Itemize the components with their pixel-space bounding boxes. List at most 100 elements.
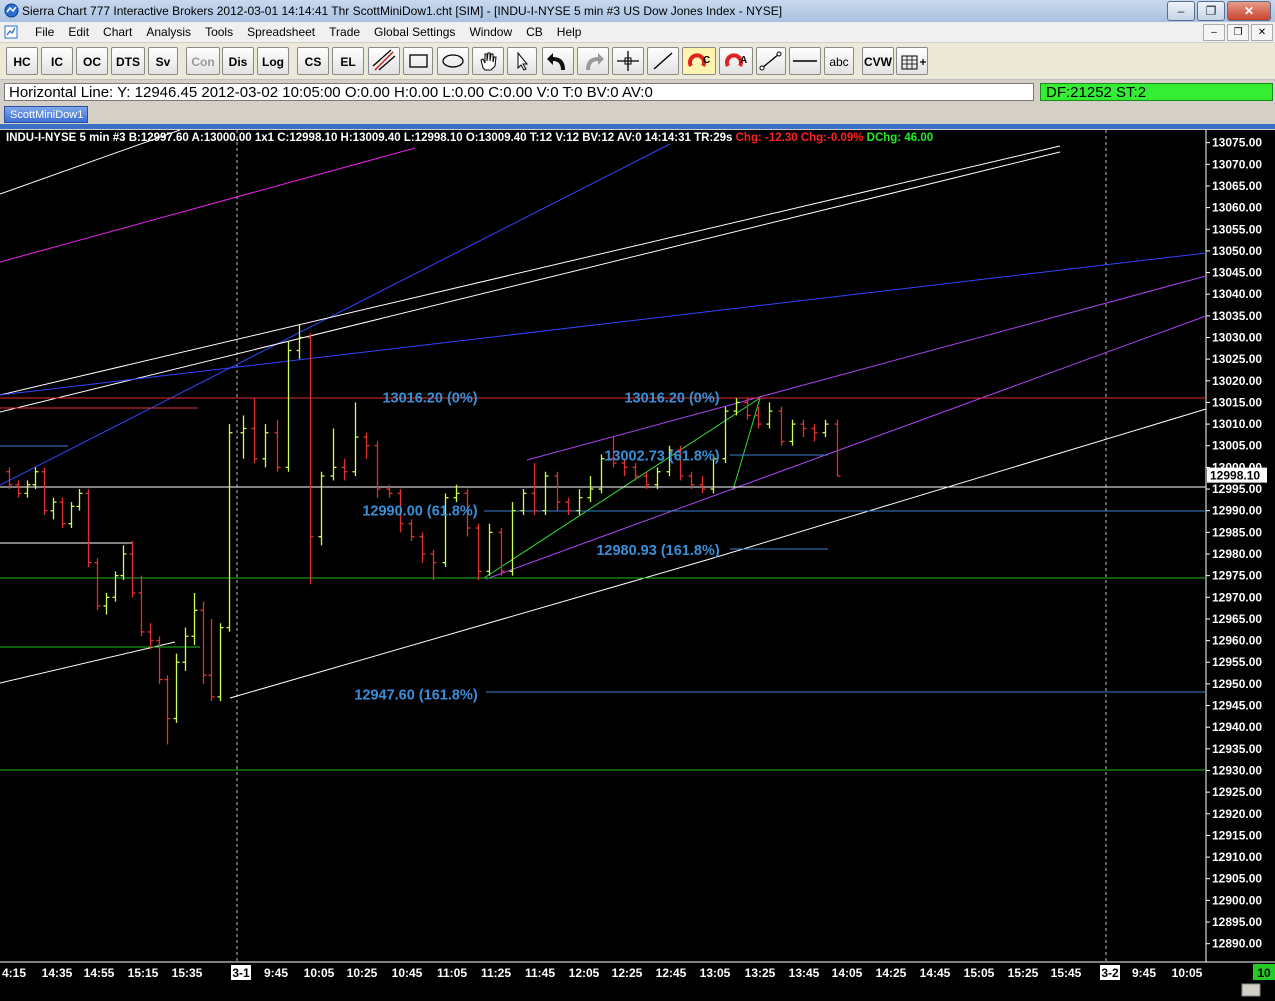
chart-canvas[interactable]: 13016.20 (0%) 13016.20 (0%) 13002.73 (61.8… (0, 130, 1275, 1001)
time-axis-label: 13:05 (700, 966, 731, 980)
menu-chart[interactable]: Chart (96, 25, 139, 39)
line-tool-icon[interactable] (647, 47, 679, 75)
magnet-c-icon[interactable]: C (682, 47, 716, 75)
time-axis-label: 9:45 (264, 966, 288, 980)
draw-tool-lines-icon[interactable] (368, 47, 400, 75)
fib-level-label: 12990.00 (61.8%) (362, 504, 477, 520)
chart-document-icon[interactable] (4, 25, 18, 39)
log-button[interactable]: Log (257, 47, 289, 75)
rectangle-icon[interactable] (403, 47, 433, 75)
menu-window[interactable]: Window (462, 25, 519, 39)
menu-help[interactable]: Help (550, 25, 589, 39)
minimize-button[interactable]: – (1167, 1, 1195, 21)
price-axis-label: 12915.00 (1212, 828, 1262, 842)
price-axis-label: 12920.00 (1212, 807, 1262, 821)
fib-level-label: 13016.20 (0%) (624, 390, 719, 406)
scrollbar-thumb (1241, 983, 1261, 997)
price-axis-label: 12900.00 (1212, 893, 1262, 907)
price-axis-label: 13045.00 (1212, 266, 1262, 280)
drawing-trend-line (0, 252, 1207, 396)
mdi-restore-button[interactable]: ❐ (1227, 24, 1249, 41)
drawing-trend-line (485, 315, 1207, 580)
fib-level-label: 12947.60 (161.8%) (354, 687, 478, 703)
menu-edit[interactable]: Edit (61, 25, 96, 39)
time-axis-label: 14:25 (876, 966, 907, 980)
price-chart[interactable]: 13016.20 (0%) 13016.20 (0%) 13002.73 (61.8… (0, 130, 1275, 1001)
pointer-arrow-icon[interactable] (507, 47, 537, 75)
price-axis-label: 13030.00 (1212, 331, 1262, 345)
time-axis-label: 10:25 (347, 966, 378, 980)
price-axis-label: 13005.00 (1212, 439, 1262, 453)
time-axis-label: 14:05 (832, 966, 863, 980)
title-bar: Sierra Chart 777 Interactive Brokers 201… (0, 0, 1275, 23)
menu-file[interactable]: File (28, 25, 61, 39)
time-axis-date-label: 3-1 (232, 966, 250, 980)
close-button[interactable]: ✕ (1227, 1, 1271, 21)
crosshair-icon[interactable] (612, 47, 644, 75)
time-axis-label: 15:25 (1008, 966, 1039, 980)
price-axis-label: 13065.00 (1212, 179, 1262, 193)
ellipse-icon[interactable] (437, 47, 469, 75)
drawing-trend-line (526, 275, 1207, 461)
sv-button[interactable]: Sv (148, 47, 178, 75)
hc-button[interactable]: HC (6, 47, 38, 75)
chart-tab[interactable]: ScottMiniDow1 (4, 106, 88, 123)
menu-tools[interactable]: Tools (198, 25, 240, 39)
ray-tool-icon[interactable] (756, 47, 786, 75)
time-axis-label: 14:35 (42, 966, 73, 980)
magnet-a-icon[interactable]: A (719, 47, 753, 75)
cvw-button[interactable]: CVW (862, 47, 894, 75)
horizontal-line-icon[interactable] (789, 47, 821, 75)
window-title: Sierra Chart 777 Interactive Brokers 201… (22, 4, 783, 18)
time-axis-label: 13:45 (789, 966, 820, 980)
cs-button[interactable]: CS (297, 47, 329, 75)
time-axis-label: 11:25 (481, 966, 511, 980)
menu-spreadsheet[interactable]: Spreadsheet (240, 25, 322, 39)
price-axis-label: 13025.00 (1212, 352, 1262, 366)
ic-button[interactable]: IC (41, 47, 73, 75)
time-axis-label: 15:45 (1051, 966, 1082, 980)
maximize-button[interactable]: ❐ (1197, 1, 1225, 21)
horizontal-line-info: Horizontal Line: Y: 12946.45 2012-03-02 … (4, 83, 1034, 101)
menu-cb[interactable]: CB (519, 25, 550, 39)
price-axis-label: 12905.00 (1212, 872, 1262, 886)
fib-level-label: 13016.20 (0%) (382, 390, 477, 406)
menu-analysis[interactable]: Analysis (139, 25, 198, 39)
redo-icon[interactable] (577, 47, 609, 75)
price-axis-label: 12955.00 (1212, 655, 1262, 669)
time-axis-label: 14:55 (84, 966, 115, 980)
dis-button[interactable]: Dis (222, 47, 254, 75)
con-button[interactable]: Con (186, 47, 220, 75)
text-tool-button[interactable]: abc (824, 47, 854, 75)
drawing-trend-line (0, 147, 416, 263)
hand-tool-icon[interactable] (472, 47, 504, 75)
price-axis-label: 12945.00 (1212, 699, 1262, 713)
price-axis-label: 12990.00 (1212, 504, 1262, 518)
mdi-close-button[interactable]: ✕ (1251, 24, 1273, 41)
price-axis-label: 13020.00 (1212, 374, 1262, 388)
drawing-trend-line (0, 151, 1061, 413)
menu-trade[interactable]: Trade (322, 25, 367, 39)
chart-header-dchg: DChg: 46.00 (866, 132, 934, 144)
oc-button[interactable]: OC (76, 47, 108, 75)
price-axis-label: 12995.00 (1212, 482, 1262, 496)
menu-bar: File Edit Chart Analysis Tools Spreadshe… (0, 22, 1275, 43)
time-axis-label: 11:45 (525, 966, 555, 980)
svg-text:C: C (703, 55, 710, 66)
time-axis-label: 11:05 (437, 966, 467, 980)
el-button[interactable]: EL (332, 47, 364, 75)
last-price-label: 12998.10 (1210, 469, 1260, 483)
price-axis-label: 12895.00 (1212, 915, 1262, 929)
drawing-trend-line (0, 145, 1061, 396)
fib-level-label: 13002.73 (61.8%) (604, 449, 719, 465)
price-axis-label: 13070.00 (1212, 157, 1262, 171)
price-axis-label: 12930.00 (1212, 763, 1262, 777)
mdi-minimize-button[interactable]: – (1203, 24, 1225, 41)
grid-settings-icon[interactable] (896, 47, 928, 75)
time-axis-label: 14:45 (920, 966, 951, 980)
undo-icon[interactable] (542, 47, 574, 75)
price-axis-label: 12960.00 (1212, 634, 1262, 648)
menu-global-settings[interactable]: Global Settings (367, 25, 462, 39)
dts-button[interactable]: DTS (111, 47, 145, 75)
price-axis-label: 13050.00 (1212, 244, 1262, 258)
